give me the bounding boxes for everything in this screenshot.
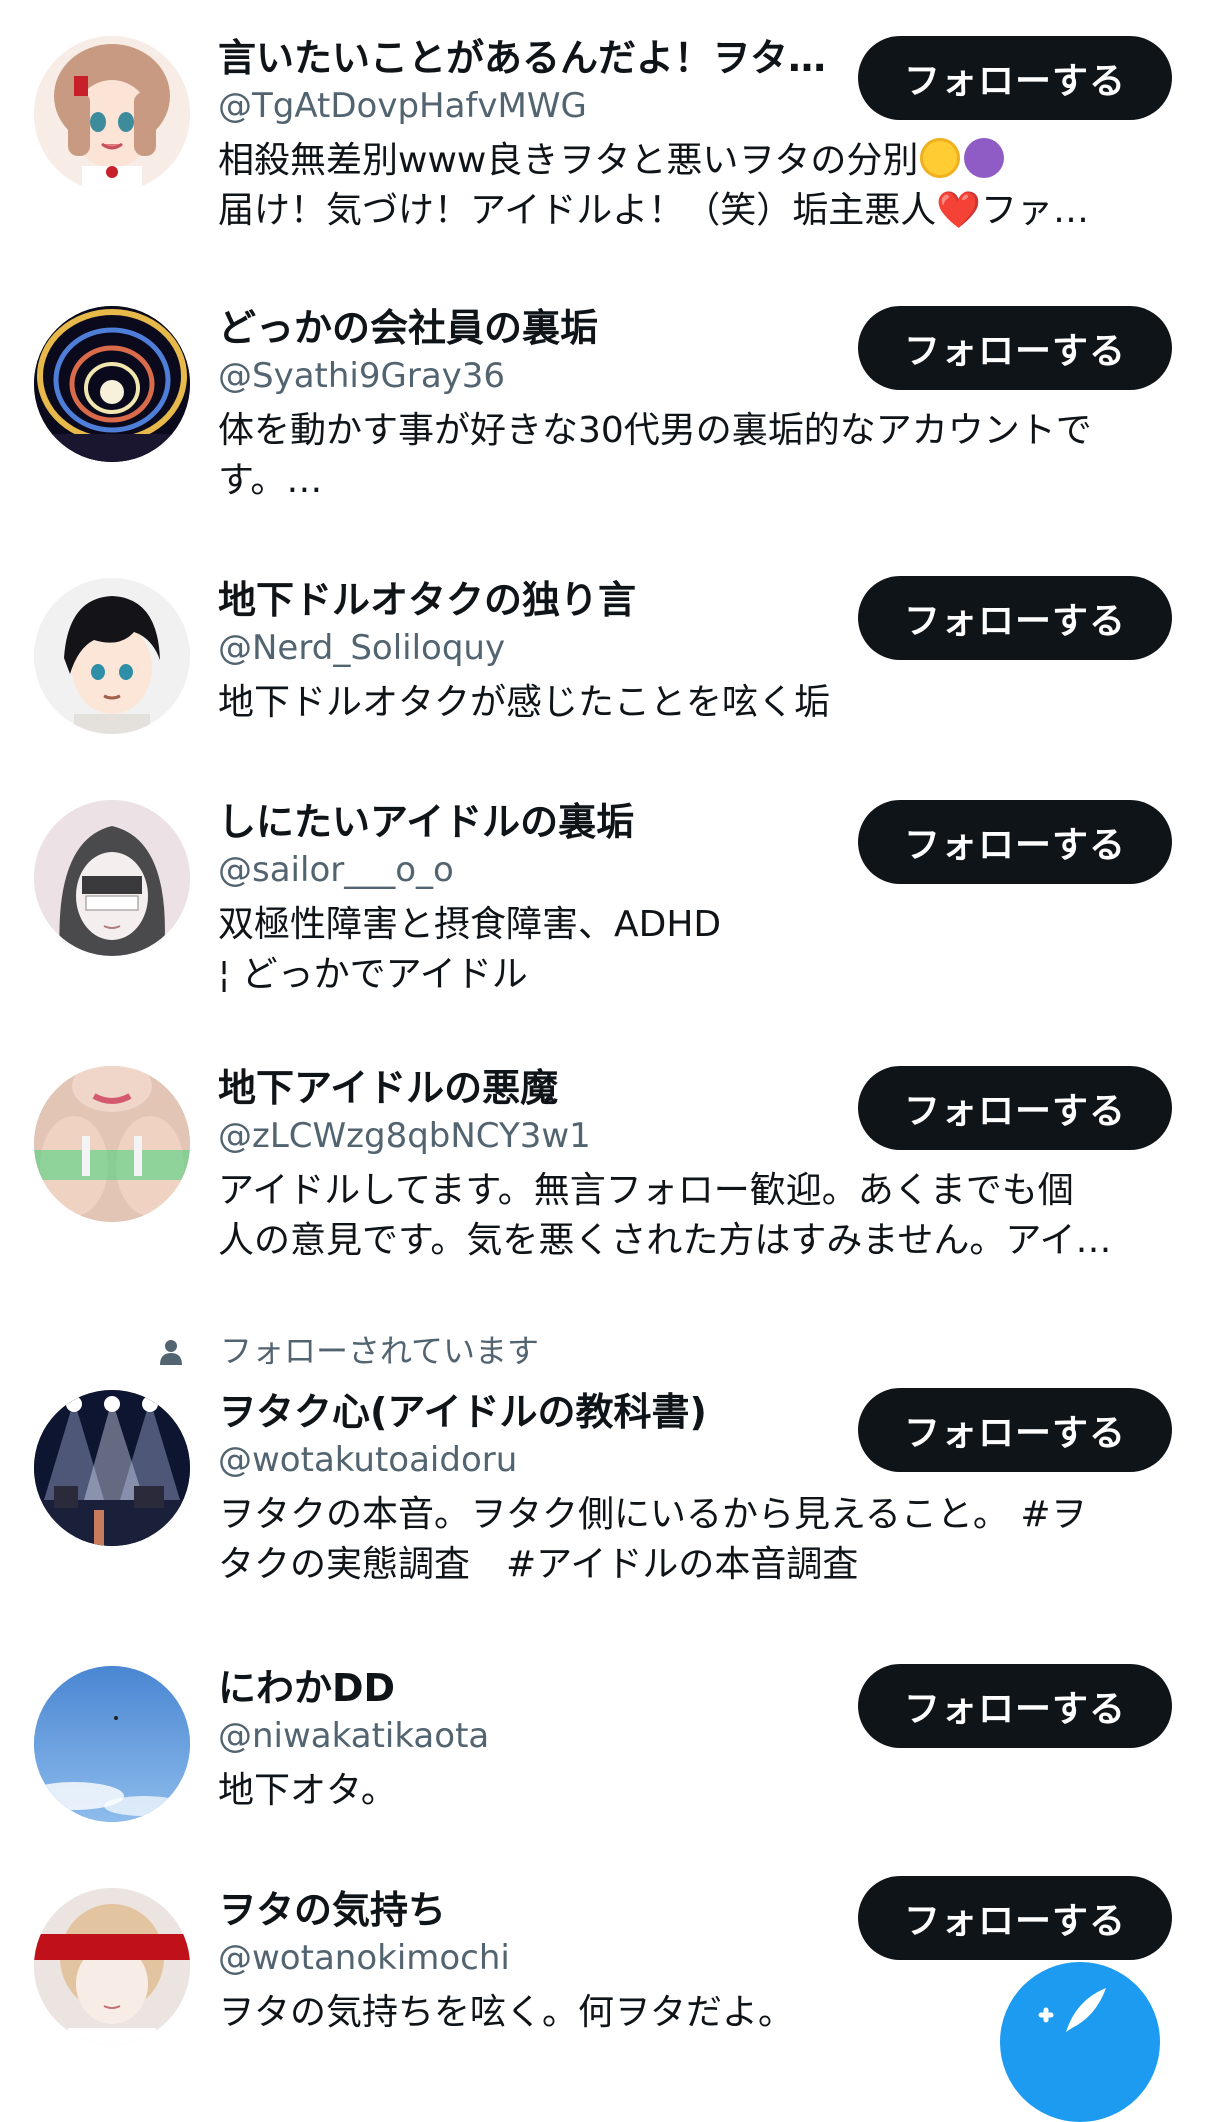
user-handle[interactable]: @Nerd_Soliloquy bbox=[218, 626, 505, 670]
bio-line: タクの実態調査 #アイドルの本音調査 bbox=[218, 1544, 859, 1585]
user-cell[interactable]: しにたいアイドルの裏垢 @sailor___o_o 双極性障害と摂食障害、ADH… bbox=[0, 764, 1206, 1030]
bio-line: 地下ドルオタクが感じたことを呟く垢 bbox=[218, 682, 831, 723]
compose-button[interactable] bbox=[1000, 1962, 1160, 2122]
bio-line: 体を動かす事が好きな30代男の裏垢的なアカウントで bbox=[218, 410, 1092, 451]
follow-button[interactable]: フォローする bbox=[858, 36, 1172, 120]
display-name[interactable]: どっかの会社員の裏垢 bbox=[218, 304, 598, 352]
user-bio: 体を動かす事が好きな30代男の裏垢的なアカウントで す。… bbox=[218, 406, 1158, 506]
bio-line: ¦ どっかでアイドル bbox=[218, 954, 528, 995]
smiling-face-with-halo-emoji bbox=[920, 138, 961, 178]
user-handle[interactable]: @sailor___o_o bbox=[218, 848, 454, 892]
follow-button[interactable]: フォローする bbox=[858, 800, 1172, 884]
anime-boy-avatar-icon bbox=[34, 578, 190, 734]
user-handle[interactable]: @TgAtDovpHafvMWG bbox=[218, 84, 587, 128]
sky-avatar-icon bbox=[34, 1666, 190, 1822]
bio-line: 双極性障害と摂食障害、ADHD bbox=[218, 904, 722, 945]
user-cell[interactable]: 言いたいことがあるんだよ！ヲタ… @TgAtDovpHafvMWG 相殺無差別w… bbox=[0, 0, 1206, 270]
display-name[interactable]: 言いたいことがあるんだよ！ヲタ… bbox=[218, 34, 826, 82]
stage-lights-avatar-icon bbox=[34, 1390, 190, 1546]
user-cell[interactable]: 地下ドルオタクの独り言 @Nerd_Soliloquy 地下ドルオタクが感じたこ… bbox=[0, 542, 1206, 764]
user-bio: 地下オタ。 bbox=[218, 1766, 1158, 1816]
avatar[interactable] bbox=[34, 578, 190, 734]
anime-girl-avatar-icon bbox=[34, 36, 190, 192]
bio-line: 人の意見です。気を悪くされた方はすみません。アイ… bbox=[218, 1220, 1112, 1261]
display-name[interactable]: 地下ドルオタクの独り言 bbox=[218, 576, 636, 624]
bio-line: 届け！気づけ！アイドルよ！（笑）垢主悪人❤️ファ… bbox=[218, 190, 1090, 231]
illumination-avatar-icon bbox=[34, 306, 190, 462]
avatar[interactable] bbox=[34, 1066, 190, 1222]
display-name[interactable]: ヲタク心(アイドルの教科書) bbox=[218, 1388, 707, 1436]
sketch-girl-avatar-icon bbox=[34, 800, 190, 956]
display-name[interactable]: ヲタの気持ち bbox=[218, 1886, 446, 1934]
follow-button[interactable]: フォローする bbox=[858, 1066, 1172, 1150]
avatar[interactable] bbox=[34, 36, 190, 192]
avatar[interactable] bbox=[34, 306, 190, 462]
avatar[interactable] bbox=[34, 800, 190, 956]
display-name[interactable]: 地下アイドルの悪魔 bbox=[218, 1064, 558, 1112]
bio-line: す。… bbox=[218, 460, 323, 501]
user-handle[interactable]: @zLCWzg8qbNCY3w1 bbox=[218, 1114, 591, 1158]
user-handle[interactable]: @niwakatikaota bbox=[218, 1714, 489, 1758]
follow-button[interactable]: フォローする bbox=[858, 306, 1172, 390]
bio-line: ヲタクの本音。ヲタク側にいるから見えること。 #ヲ bbox=[218, 1494, 1087, 1535]
user-bio: アイドルしてます。無言フォロー歓迎。あくまでも個 人の意見です。気を悪くされた方… bbox=[218, 1166, 1158, 1266]
user-cell[interactable]: どっかの会社員の裏垢 @Syathi9Gray36 体を動かす事が好きな30代男… bbox=[0, 270, 1206, 542]
user-bio: 相殺無差別www良きヲタと悪いヲタの分別 届け！気づけ！アイドルよ！（笑）垢主悪… bbox=[218, 136, 1158, 236]
bio-line: 相殺無差別www良きヲタと悪いヲタの分別 bbox=[218, 136, 1158, 186]
bio-line: 地下オタ。 bbox=[218, 1770, 397, 1811]
follow-button[interactable]: フォローする bbox=[858, 1876, 1172, 1960]
user-handle[interactable]: @wotanokimochi bbox=[218, 1936, 510, 1980]
user-bio: 双極性障害と摂食障害、ADHD ¦ どっかでアイドル bbox=[218, 900, 1158, 1000]
follow-button[interactable]: フォローする bbox=[858, 1664, 1172, 1748]
user-handle[interactable]: @wotakutoaidoru bbox=[218, 1438, 517, 1482]
user-cell[interactable]: ヲタク心(アイドルの教科書) @wotakutoaidoru ヲタクの本音。ヲタ… bbox=[0, 1354, 1206, 1630]
follow-button[interactable]: フォローする bbox=[858, 576, 1172, 660]
user-cell[interactable]: 地下アイドルの悪魔 @zLCWzg8qbNCY3w1 アイドルしてます。無言フォ… bbox=[0, 1030, 1206, 1300]
follow-button[interactable]: フォローする bbox=[858, 1388, 1172, 1472]
user-bio: 地下ドルオタクが感じたことを呟く垢 bbox=[218, 678, 1158, 728]
hands-photo-avatar-icon bbox=[34, 1066, 190, 1222]
display-name[interactable]: しにたいアイドルの裏垢 bbox=[218, 798, 634, 846]
user-bio: ヲタクの本音。ヲタク側にいるから見えること。 #ヲ タクの実態調査 #アイドルの… bbox=[218, 1490, 1158, 1590]
smiling-devil-emoji bbox=[964, 138, 1005, 178]
compose-feather-icon bbox=[1038, 1988, 1106, 2032]
display-name[interactable]: にわかDD bbox=[218, 1664, 395, 1712]
bio-line: アイドルしてます。無言フォロー歓迎。あくまでも個 bbox=[218, 1170, 1074, 1211]
masked-face-avatar-icon bbox=[34, 1888, 190, 2044]
avatar[interactable] bbox=[34, 1390, 190, 1546]
user-cell[interactable]: にわかDD @niwakatikaota 地下オタ。 フォローする bbox=[0, 1630, 1206, 1852]
avatar[interactable] bbox=[34, 1666, 190, 1822]
avatar[interactable] bbox=[34, 1888, 190, 2044]
user-handle[interactable]: @Syathi9Gray36 bbox=[218, 354, 505, 398]
